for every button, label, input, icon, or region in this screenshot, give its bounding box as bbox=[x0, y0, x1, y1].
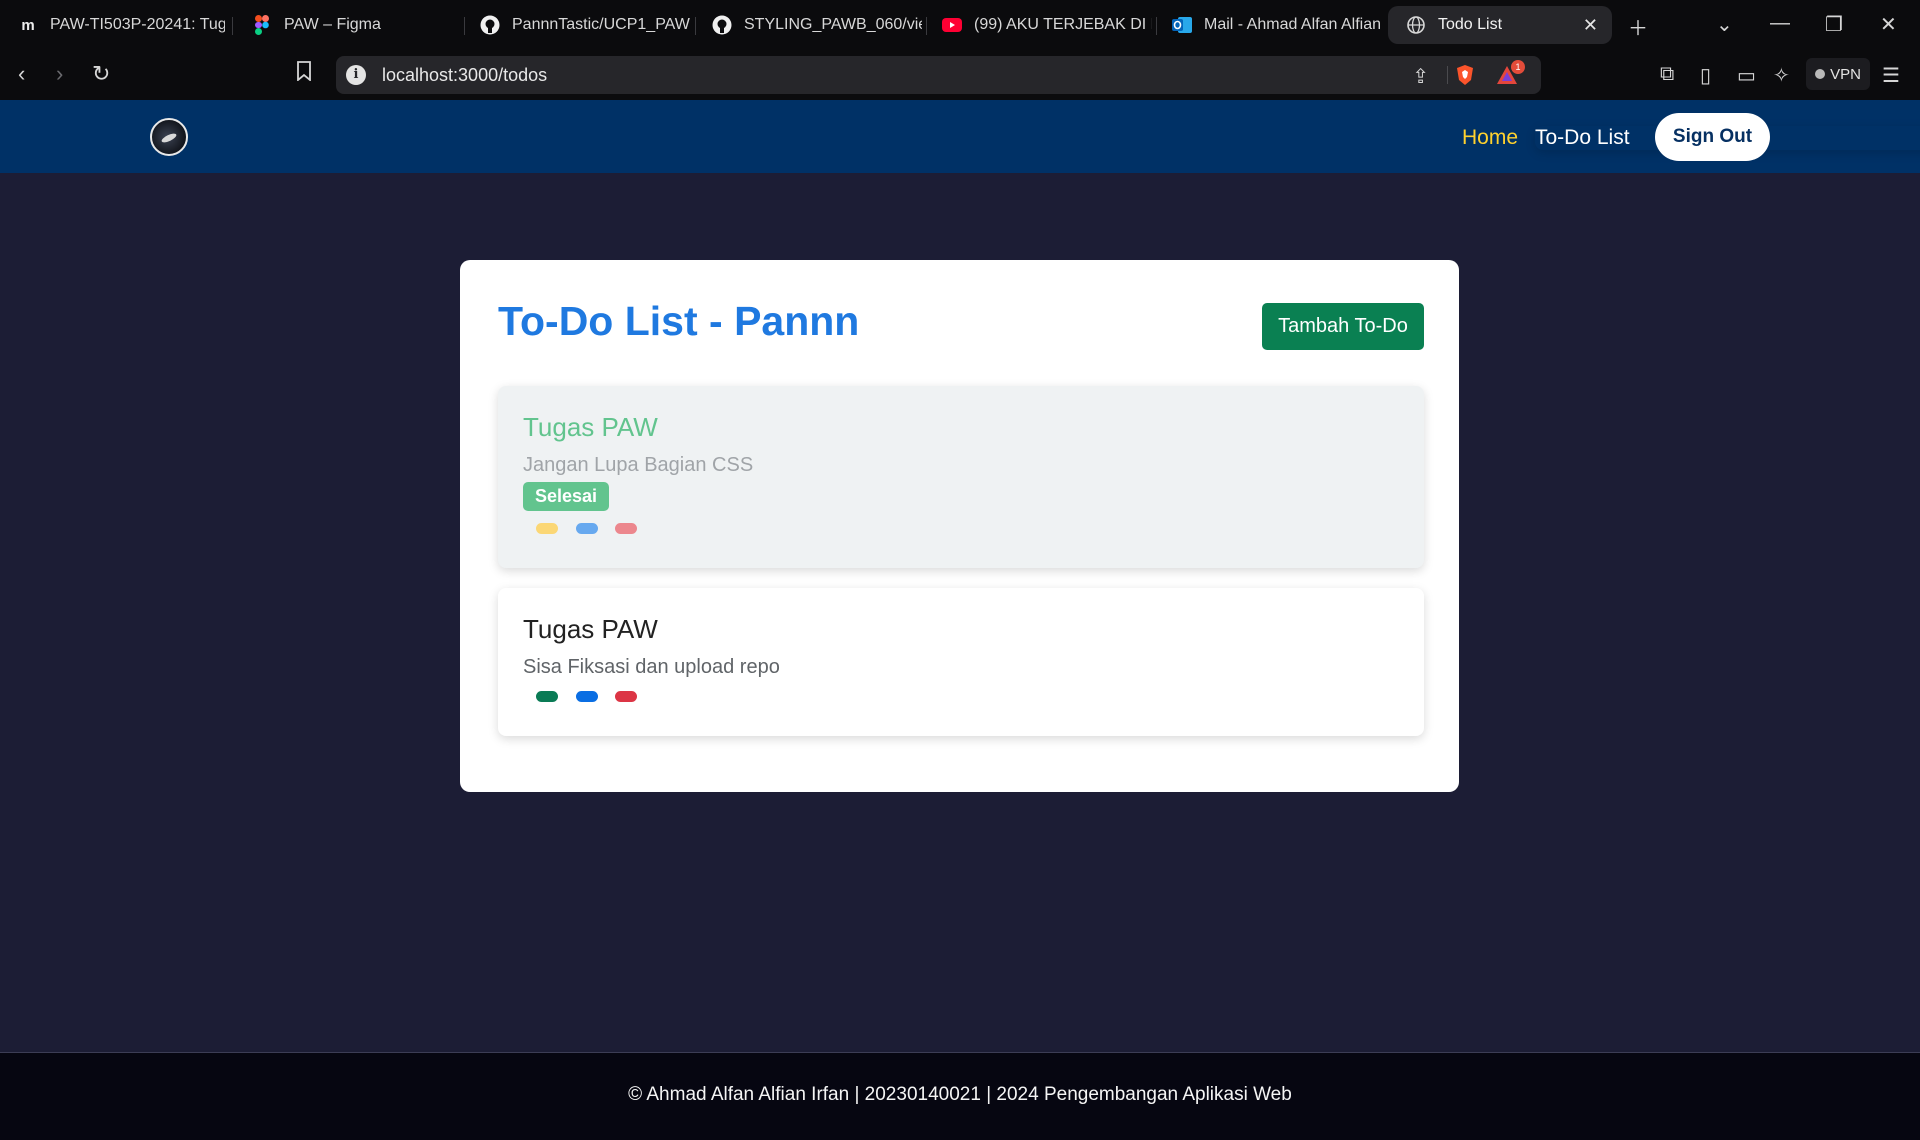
site-logo[interactable] bbox=[150, 118, 188, 156]
complete-button[interactable] bbox=[536, 691, 558, 702]
tab-paw-figma[interactable]: PAW – Figma bbox=[234, 6, 462, 44]
share-icon[interactable]: ⇪ bbox=[1412, 64, 1429, 89]
add-todo-button[interactable]: Tambah To-Do bbox=[1262, 303, 1424, 350]
restore-icon[interactable]: ❐ bbox=[1825, 12, 1843, 37]
url-text[interactable]: localhost:3000/todos bbox=[382, 65, 547, 86]
site-footer: © Ahmad Alfan Alfian Irfan | 20230140021… bbox=[0, 1052, 1920, 1140]
leo-ai-icon[interactable]: ✧ bbox=[1773, 63, 1790, 88]
complete-button[interactable] bbox=[536, 523, 558, 534]
figma-icon bbox=[252, 15, 272, 35]
footer-text: © Ahmad Alfan Alfian Irfan | 20230140021… bbox=[628, 1084, 1292, 1105]
site-navbar: Home To-Do List Sign Out bbox=[0, 100, 1920, 173]
delete-button[interactable] bbox=[615, 691, 637, 702]
menu-icon[interactable]: ☰ bbox=[1882, 63, 1900, 88]
todo-card: To-Do List - Pannn Tambah To-Do Tugas PA… bbox=[460, 260, 1459, 792]
notification-badge: 1 bbox=[1511, 60, 1525, 74]
browser-tab-bar: m PAW-TI503P-20241: Tugas PAW – Figma Pa… bbox=[0, 0, 1920, 50]
wallet-icon[interactable]: ▭ bbox=[1737, 63, 1756, 88]
sidebar-icon[interactable]: ▯ bbox=[1700, 63, 1711, 88]
address-bar[interactable]: i localhost:3000/todos ⇪ 1 bbox=[336, 56, 1541, 94]
tab-paw-moodle[interactable]: m PAW-TI503P-20241: Tugas bbox=[0, 6, 225, 44]
close-window-icon[interactable]: ✕ bbox=[1880, 12, 1897, 37]
youtube-icon bbox=[942, 15, 962, 35]
tab-outlook-mail[interactable]: Mail - Ahmad Alfan Alfian bbox=[1154, 6, 1382, 44]
tab-list-chevron-icon[interactable]: ⌄ bbox=[1716, 12, 1733, 37]
sign-out-button[interactable]: Sign Out bbox=[1655, 113, 1770, 161]
close-tab-icon[interactable]: ✕ bbox=[1583, 15, 1598, 36]
todo-title: Tugas PAW bbox=[523, 614, 658, 644]
github-icon bbox=[480, 15, 500, 35]
edit-button[interactable] bbox=[576, 691, 598, 702]
moodle-icon: m bbox=[21, 16, 35, 34]
todo-item-completed: Tugas PAW Jangan Lupa Bagian CSS Selesai bbox=[498, 386, 1424, 568]
todo-item-pending: Tugas PAW Sisa Fiksasi dan upload repo bbox=[498, 588, 1424, 736]
tab-github-ucp1[interactable]: PannnTastic/UCP1_PAWB_ bbox=[462, 6, 690, 44]
status-badge: Selesai bbox=[523, 482, 610, 511]
github-icon bbox=[712, 15, 732, 35]
outlook-icon bbox=[1172, 15, 1192, 35]
globe-icon bbox=[1406, 15, 1426, 35]
nav-home-link[interactable]: Home bbox=[1462, 126, 1518, 150]
brave-shields-icon[interactable] bbox=[1455, 64, 1475, 86]
browser-toolbar: ‹ › ↻ i localhost:3000/todos ⇪ 1 ⧉ ▯ ▭ ✧… bbox=[0, 50, 1920, 100]
todo-title: Tugas PAW bbox=[523, 412, 658, 442]
bookmark-icon[interactable] bbox=[296, 61, 312, 87]
forward-icon[interactable]: › bbox=[56, 61, 63, 87]
todo-description: Sisa Fiksasi dan upload repo bbox=[523, 656, 780, 678]
vpn-status-icon bbox=[1815, 69, 1826, 79]
vpn-button[interactable]: VPN bbox=[1806, 58, 1870, 90]
reload-icon[interactable]: ↻ bbox=[92, 61, 110, 87]
todo-description: Jangan Lupa Bagian CSS bbox=[523, 454, 754, 476]
extensions-icon[interactable]: ⧉ bbox=[1660, 63, 1674, 86]
minimize-icon[interactable]: — bbox=[1770, 12, 1790, 35]
tab-youtube[interactable]: (99) AKU TERJEBAK DI PE bbox=[924, 6, 1152, 44]
edit-button[interactable] bbox=[576, 523, 598, 534]
new-tab-icon[interactable]: ＋ bbox=[1628, 12, 1648, 41]
page-title: To-Do List - Pannn bbox=[498, 298, 860, 344]
back-icon[interactable]: ‹ bbox=[18, 61, 25, 87]
tab-github-styling[interactable]: STYLING_PAWB_060/view bbox=[694, 6, 922, 44]
site-info-icon[interactable]: i bbox=[346, 65, 366, 85]
tab-todo-list[interactable]: Todo List ✕ bbox=[1388, 6, 1612, 44]
delete-button[interactable] bbox=[615, 523, 637, 534]
